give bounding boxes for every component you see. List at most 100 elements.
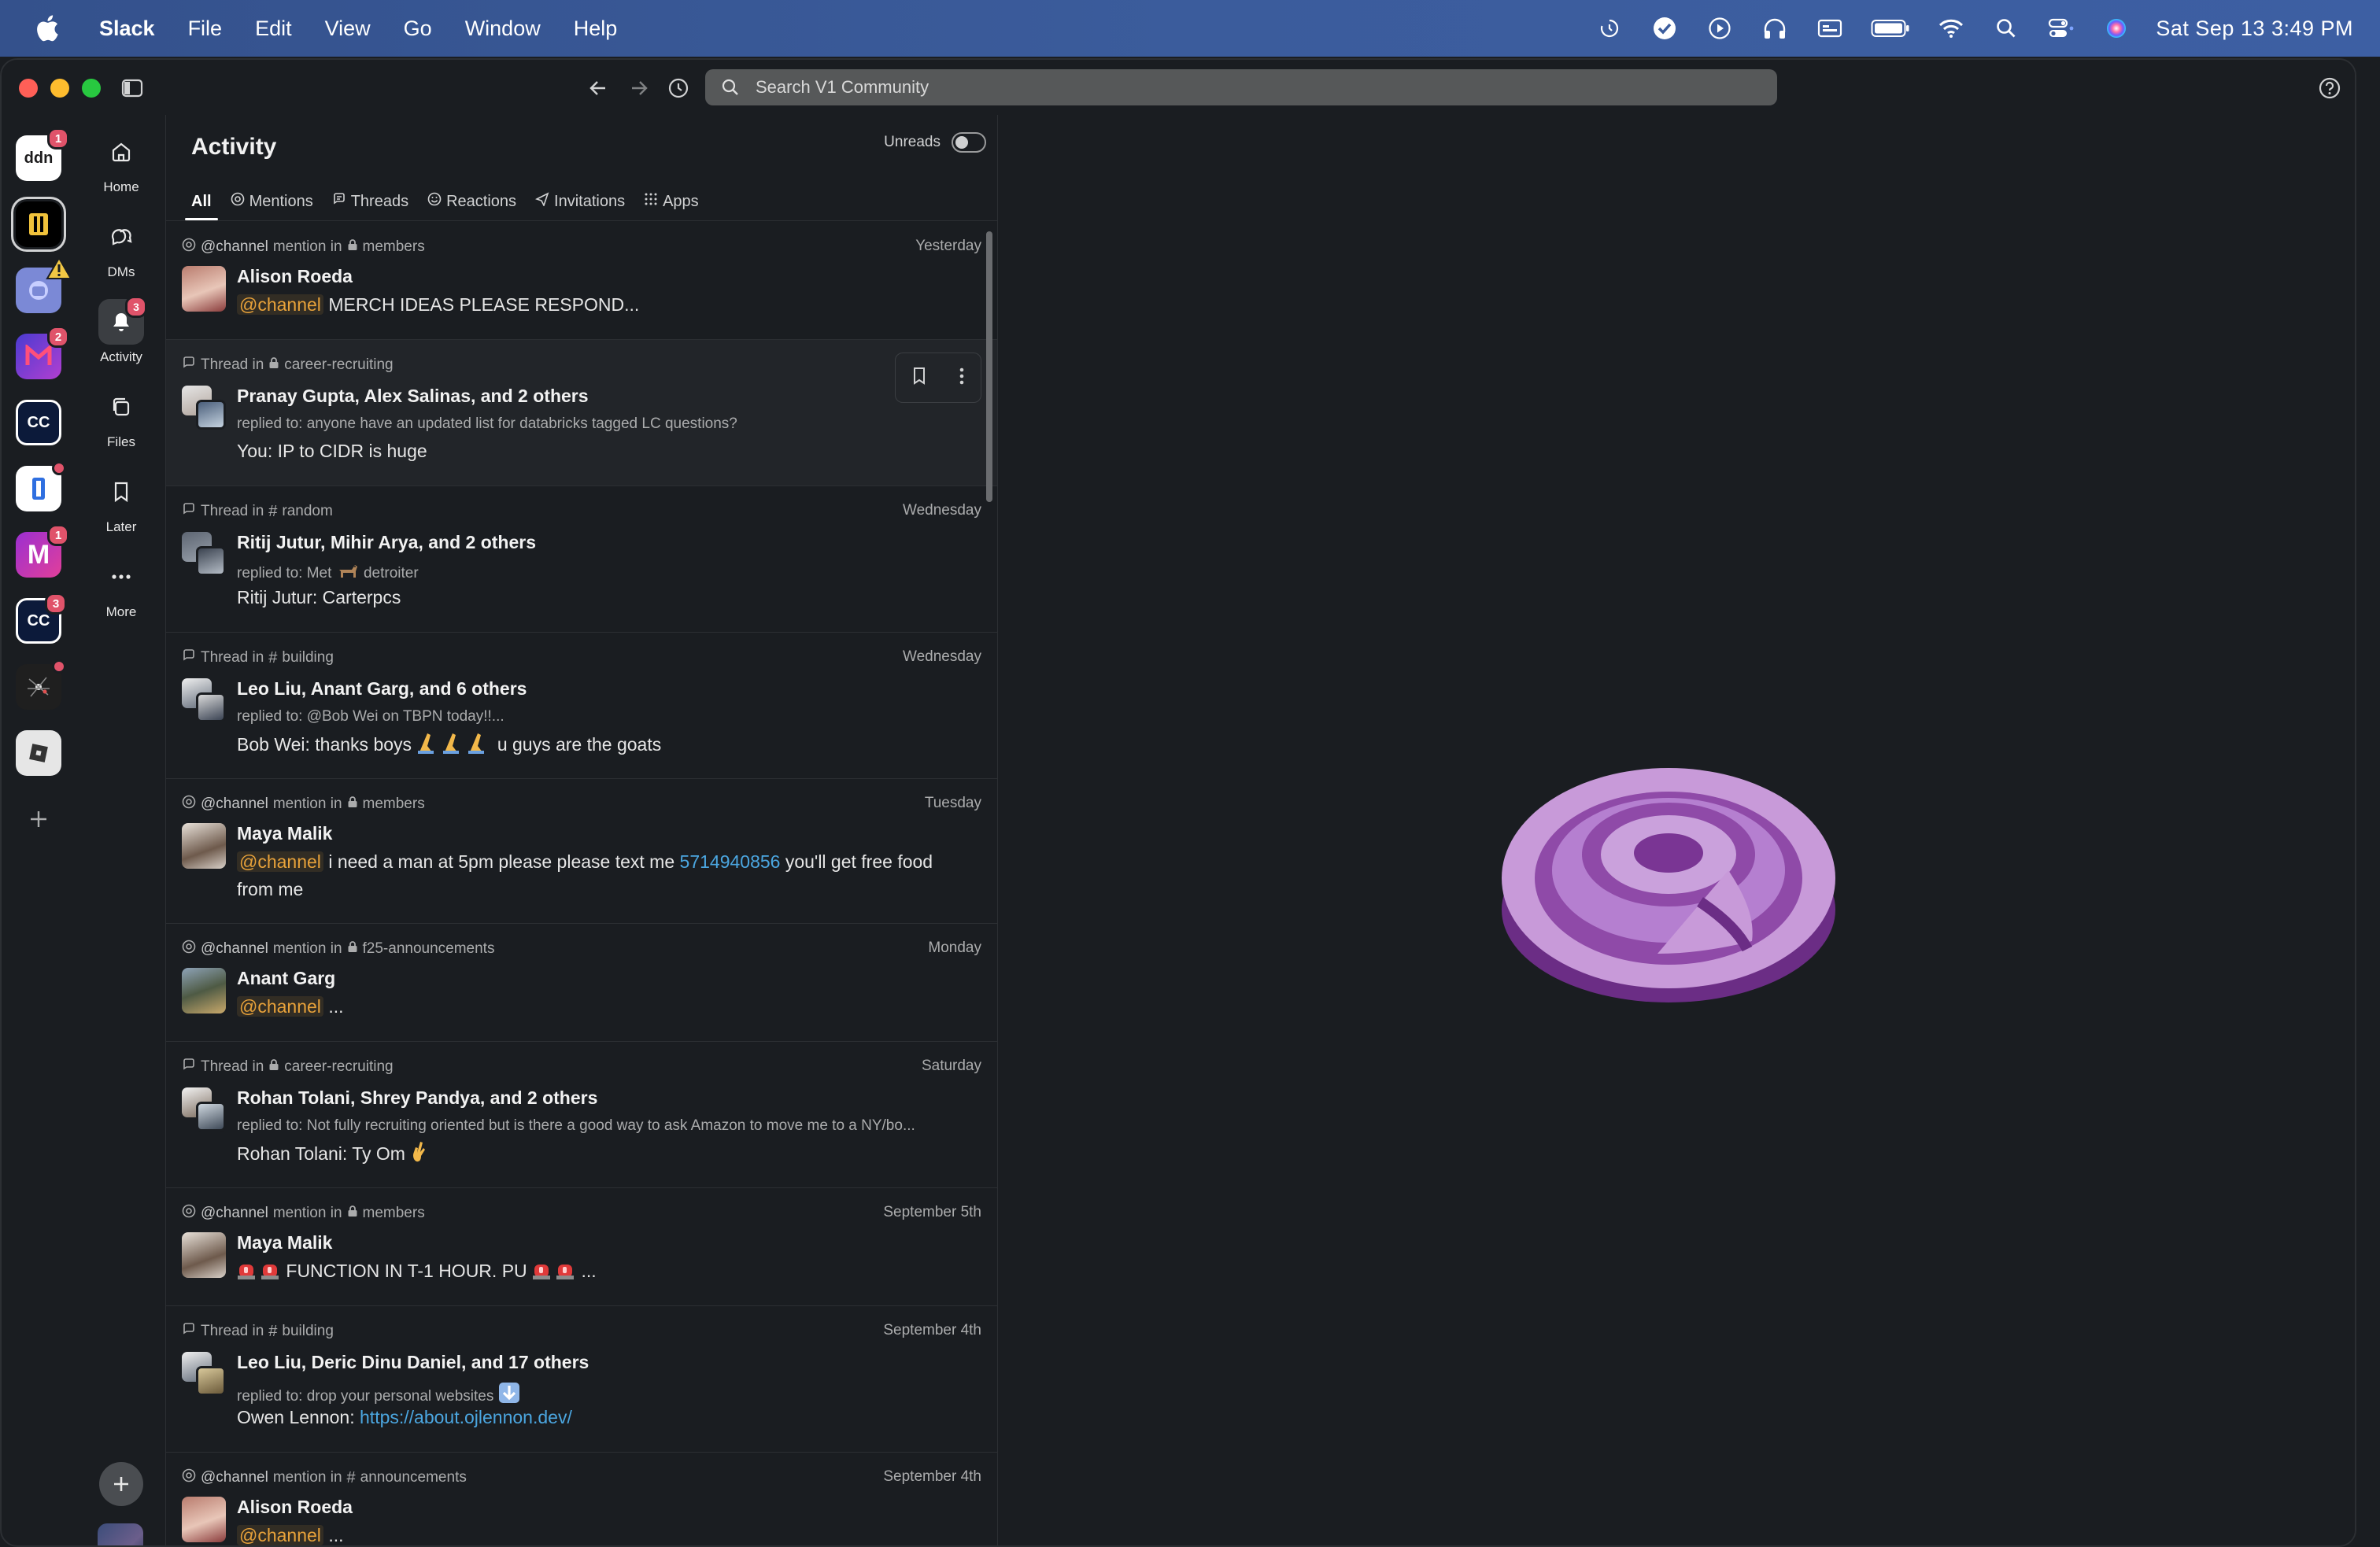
search-input[interactable] <box>754 76 1702 98</box>
activity-item[interactable]: @channel mention in # announcements Sept… <box>166 1453 997 1545</box>
forward-arrow-icon[interactable] <box>623 72 655 104</box>
play-icon[interactable] <box>1704 13 1735 44</box>
workspace-fourth[interactable]: 2 <box>16 326 69 379</box>
tab-threads[interactable]: Threads <box>323 183 418 214</box>
activity-tabs: All Mentions Threads Reactions Invitatio… <box>182 183 708 220</box>
sidebar-item-activity[interactable]: 3 Activity <box>77 296 165 365</box>
channel-name[interactable]: career-recruiting <box>284 356 393 374</box>
workspace-v1-community[interactable] <box>16 201 61 247</box>
activity-item[interactable]: @channel mention in members Yesterday Al… <box>166 222 997 340</box>
sidebar-item-dms[interactable]: DMs <box>77 214 165 280</box>
channel-name[interactable]: career-recruiting <box>284 1058 393 1076</box>
sidebar-item-more[interactable]: More <box>77 554 165 620</box>
close-window-button[interactable] <box>19 79 38 98</box>
activity-item[interactable]: @channel mention in members September 5t… <box>166 1188 997 1306</box>
save-for-later-bookmark-icon[interactable] <box>911 366 928 390</box>
channel-name[interactable]: members <box>363 1205 425 1222</box>
activity-item[interactable]: Thread in # random Wednesday Ritij Jutur… <box>166 486 997 633</box>
zoom-window-button[interactable] <box>82 79 101 98</box>
send-icon <box>534 192 549 211</box>
channel-mention[interactable]: @channel <box>237 294 323 315</box>
tab-invitations[interactable]: Invitations <box>526 183 634 214</box>
headphones-icon[interactable] <box>1759 13 1791 44</box>
tab-all[interactable]: All <box>182 183 221 220</box>
tab-mentions[interactable]: Mentions <box>221 183 323 214</box>
battery-icon[interactable] <box>1869 13 1912 44</box>
avatar-stack[interactable] <box>182 386 226 431</box>
workspace-tenth[interactable] <box>16 730 61 776</box>
history-icon[interactable] <box>1594 13 1625 44</box>
menu-go[interactable]: Go <box>404 17 432 41</box>
control-center-icon[interactable] <box>2046 13 2077 44</box>
menu-bar-clock[interactable]: Sat Sep 13 3:49 PM <box>2156 17 2353 41</box>
wifi-icon[interactable] <box>1935 13 1967 44</box>
website-link[interactable]: https://about.ojlennon.dev/ <box>360 1407 572 1427</box>
avatar-stack[interactable] <box>182 532 226 578</box>
sidebar-item-later[interactable]: Later <box>77 469 165 535</box>
back-arrow-icon[interactable] <box>582 72 614 104</box>
channel-mention[interactable]: @channel <box>237 1525 323 1545</box>
avatar-stack[interactable] <box>182 1087 226 1133</box>
workspace-ninth[interactable] <box>16 659 66 710</box>
user-profile-avatar[interactable] <box>98 1523 143 1545</box>
channel-name[interactable]: random <box>282 503 332 520</box>
workspace-search-bar[interactable] <box>705 69 1777 105</box>
channel-name[interactable]: members <box>363 238 425 256</box>
apple-menu-icon[interactable] <box>27 8 68 49</box>
menu-window[interactable]: Window <box>465 17 541 41</box>
menu-help[interactable]: Help <box>574 17 618 41</box>
avatar[interactable] <box>182 968 226 1013</box>
channel-mention[interactable]: @channel <box>237 996 323 1017</box>
workspace-label: ddn <box>24 149 54 167</box>
more-actions-kebab-icon[interactable] <box>958 366 966 390</box>
menu-view[interactable]: View <box>325 17 371 41</box>
activity-item[interactable]: Thread in # building September 4th Leo L… <box>166 1306 997 1453</box>
avatar-stack[interactable] <box>182 1352 226 1397</box>
help-icon[interactable] <box>2314 72 2345 104</box>
display-icon[interactable] <box>1814 13 1846 44</box>
activity-item[interactable]: @channel mention in f25-announcements Mo… <box>166 924 997 1042</box>
phone-link[interactable]: 5714940856 <box>680 851 781 872</box>
sidebar-item-home[interactable]: Home <box>77 129 165 195</box>
unreads-toggle[interactable] <box>952 132 986 153</box>
menu-app-name[interactable]: Slack <box>99 17 155 41</box>
replied-to-text: replied to: Not fully recruiting oriente… <box>237 1117 915 1134</box>
workspace-sixth[interactable] <box>16 461 66 511</box>
avatar[interactable] <box>182 1497 226 1542</box>
activity-item[interactable]: Thread in career-recruiting Saturday Roh… <box>166 1042 997 1188</box>
avatar[interactable] <box>182 1232 226 1278</box>
activity-item[interactable]: Thread in career-recruiting Pranay Gupta… <box>166 340 997 486</box>
channel-name[interactable]: building <box>282 649 334 666</box>
workspace-cc-second[interactable]: CC 3 <box>16 593 67 644</box>
channel-name[interactable]: f25-announcements <box>363 940 495 958</box>
activity-item[interactable]: Thread in # building Wednesday Leo Liu, … <box>166 633 997 779</box>
feed-scrollbar[interactable] <box>986 231 992 502</box>
checkmark-app-icon[interactable] <box>1649 13 1680 44</box>
sidebar-toggle-icon[interactable] <box>116 72 148 104</box>
activity-item[interactable]: @channel mention in members Tuesday Maya… <box>166 779 997 924</box>
tab-reactions[interactable]: Reactions <box>418 183 526 214</box>
unreads-filter[interactable]: Unreads <box>884 132 986 153</box>
add-workspace-button[interactable] <box>16 796 61 842</box>
sidebar-item-files[interactable]: Files <box>77 384 165 450</box>
message-before: i need a man at 5pm please please text m… <box>328 851 675 872</box>
workspace-ddn[interactable]: ddn 1 <box>16 127 69 181</box>
tab-apps[interactable]: Apps <box>634 183 708 214</box>
channel-mention[interactable]: @channel <box>237 851 323 872</box>
avatar[interactable] <box>182 266 226 312</box>
channel-name[interactable]: announcements <box>360 1469 467 1486</box>
create-new-button[interactable] <box>99 1462 143 1506</box>
channel-name[interactable]: building <box>282 1323 334 1340</box>
menu-edit[interactable]: Edit <box>255 17 292 41</box>
workspace-m[interactable]: M 1 <box>16 524 69 578</box>
workspace-cc[interactable]: CC <box>16 400 61 445</box>
workspace-third[interactable] <box>16 256 72 313</box>
siri-icon[interactable] <box>2101 13 2132 44</box>
history-clock-icon[interactable] <box>663 72 694 104</box>
channel-name[interactable]: members <box>363 796 425 813</box>
avatar[interactable] <box>182 823 226 869</box>
spotlight-search-icon[interactable] <box>1990 13 2022 44</box>
minimize-window-button[interactable] <box>50 79 69 98</box>
menu-file[interactable]: File <box>188 17 223 41</box>
avatar-stack[interactable] <box>182 678 226 724</box>
